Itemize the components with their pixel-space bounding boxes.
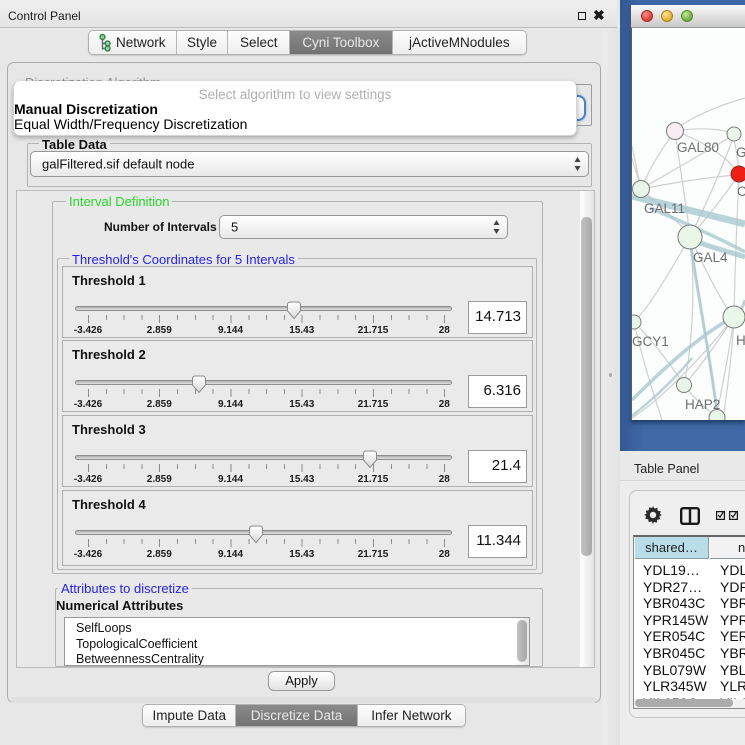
svg-text:GCY1: GCY1 (632, 334, 669, 349)
svg-text:C: C (737, 184, 745, 199)
svg-text:GAL80: GAL80 (677, 140, 719, 155)
svg-text:HAP2: HAP2 (685, 397, 720, 412)
svg-text:GAL11: GAL11 (644, 201, 685, 216)
svg-text:HIS: HIS (736, 333, 745, 348)
svg-text:GAL4: GAL4 (693, 250, 728, 265)
svg-text:GAL4: GAL4 (736, 145, 745, 160)
